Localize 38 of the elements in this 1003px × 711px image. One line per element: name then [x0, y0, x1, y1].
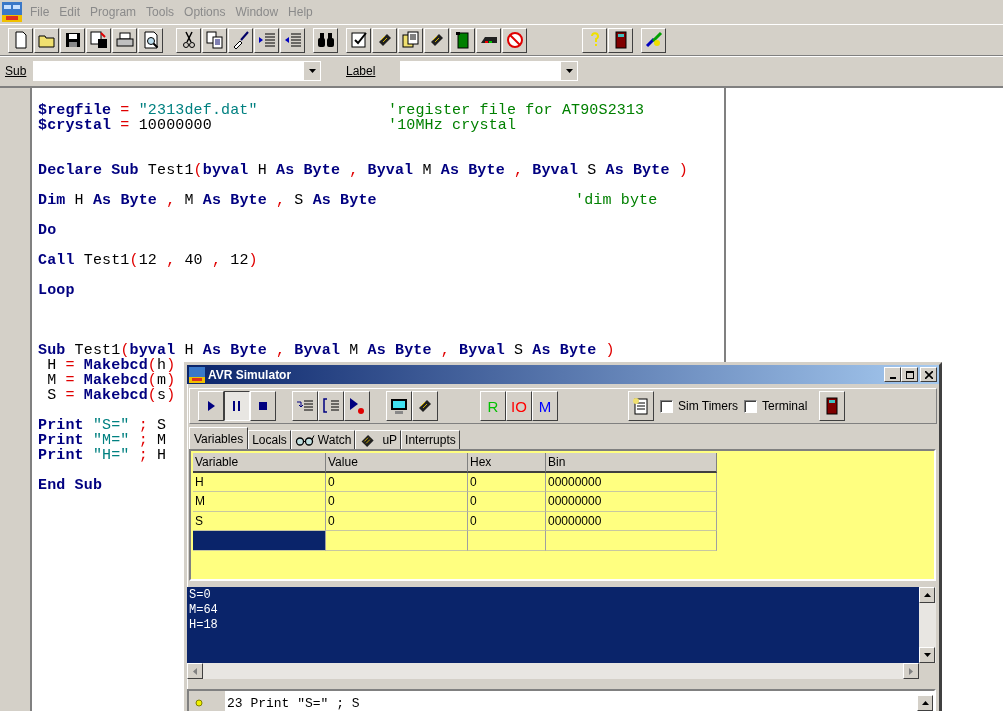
code-line: $crystal = 10000000 — [38, 118, 213, 133]
table-cell: H — [193, 472, 326, 492]
table-cell: 0 — [326, 492, 468, 512]
code-line: Print "H=" ; H — [38, 448, 167, 463]
table-cell: 00000000 — [546, 472, 717, 492]
checkbox-label: Sim Timers — [678, 399, 738, 413]
code-line: Print "S=" ; S — [38, 418, 167, 433]
code-line: Do — [38, 223, 57, 238]
combo-label: Label — [346, 64, 377, 78]
code-line: H = Makebcd(h) — [46, 358, 176, 373]
table-cell: 0 — [326, 511, 468, 531]
code-comment: 'register file for AT90S2313 — [388, 103, 645, 118]
code-line: End Sub — [38, 478, 103, 493]
code-comment: 'dim byte — [575, 193, 658, 208]
code-line: S = Makebcd(s) — [46, 388, 176, 403]
code-line: Call Test1(12 , 40 , 12) — [38, 253, 258, 268]
code-line: $regfile = "2313def.dat" — [38, 103, 259, 118]
current-line: 23 Print "S=" ; S — [226, 695, 361, 711]
checkbox-label: Terminal — [762, 399, 808, 413]
table-cell: 0 — [468, 511, 546, 531]
code-line: Sub Test1(byval H As Byte , Byval M As Byte , Byval S As Byte ) — [38, 343, 615, 358]
code-comment: '10MHz crystal — [388, 118, 517, 133]
code-line: Print "M=" ; M — [38, 433, 167, 448]
code-line: M = Makebcd(m) — [46, 373, 176, 388]
terminal-line: M=64 — [189, 603, 219, 618]
table-cell: 0 — [468, 492, 546, 512]
code-line: Dim H As Byte , M As Byte , S As Byte — [38, 193, 378, 208]
window-title: AVR Simulator — [208, 367, 293, 382]
terminal-line: H=18 — [189, 618, 219, 633]
combo-label: Sub — [5, 64, 28, 78]
table-cell: 0 — [468, 472, 546, 492]
table-cell: 00000000 — [546, 511, 717, 531]
code-line: Loop — [38, 283, 75, 298]
code-line: Declare Sub Test1(byval H As Byte , Byval M As Byte , Byval S As Byte ) — [38, 163, 688, 178]
terminal-line: S=0 — [189, 588, 212, 603]
table-cell: 0 — [326, 472, 468, 492]
table-cell: 00000000 — [546, 492, 717, 512]
table-cell: M — [193, 492, 326, 512]
